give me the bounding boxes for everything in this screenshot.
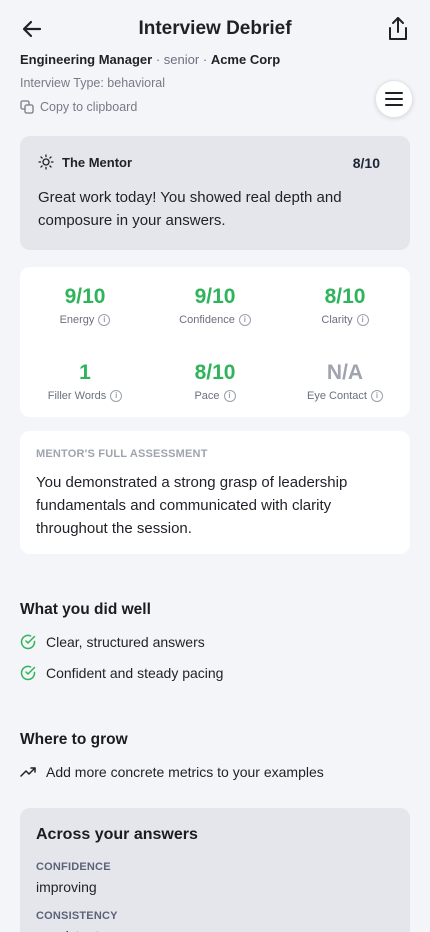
share-icon[interactable] [386, 16, 410, 42]
stats-card: 9/10 Energy i 9/10 Confidence i 8/10 Clari… [20, 267, 410, 417]
level-text: senior [163, 52, 200, 67]
stat-value: 8/10 [194, 361, 236, 384]
separator: · [202, 52, 208, 67]
hamburger-menu-icon [385, 92, 403, 106]
copy-icon [20, 100, 34, 114]
stat-pace: 8/10 Pace i [150, 361, 280, 402]
stat-label: Pace [194, 390, 220, 402]
assessment-card: MENTOR'S FULL ASSESSMENT You demonstrate… [20, 431, 410, 554]
mentor-name: The Mentor [62, 154, 133, 170]
assessment-text: You demonstrated a strong grasp of leade… [36, 474, 348, 537]
stat-value: 9/10 [194, 285, 236, 308]
stat-value: 9/10 [64, 285, 106, 308]
trending-up-icon [20, 767, 36, 777]
across-answers-card: Across your answers CONFIDENCE improving… [20, 808, 410, 932]
stat-label: Filler Words [47, 390, 107, 402]
check-circle-icon [20, 634, 36, 650]
copy-label: Copy to clipboard [40, 100, 138, 114]
interview-type: Interview Type: behavioral [20, 76, 165, 90]
stat-clarity: 8/10 Clarity i [280, 285, 410, 326]
role-text: Engineering Manager [20, 52, 153, 67]
stat-eye-contact: N/A Eye Contact i [280, 361, 410, 402]
trait-value: consistent [36, 928, 99, 932]
stat-value: 8/10 [324, 285, 366, 308]
separator: · [155, 52, 161, 67]
mentor-score: 8/10 [352, 155, 380, 171]
did-well-title: What you did well [20, 601, 151, 618]
check-circle-icon [20, 665, 36, 681]
stat-label: Clarity [321, 314, 353, 326]
across-title: Across your answers [36, 826, 198, 843]
grow-text: Add more concrete metrics to your exampl… [46, 764, 324, 780]
info-icon[interactable]: i [370, 390, 383, 402]
info-icon[interactable]: i [223, 390, 236, 402]
info-icon[interactable]: i [356, 314, 369, 326]
mentor-card: The Mentor 8/10 Great work today! You sh… [20, 136, 410, 250]
app-header: Interview Debrief [0, 0, 430, 58]
stat-label: Confidence [179, 314, 235, 326]
mentor-header: The Mentor [38, 154, 132, 170]
page-title: Interview Debrief [138, 18, 292, 39]
stat-value: 1 [79, 361, 91, 384]
company-text: Acme Corp [210, 52, 281, 67]
grow-item: Add more concrete metrics to your exampl… [20, 764, 324, 780]
info-icon[interactable]: i [110, 390, 123, 402]
grow-title: Where to grow [20, 731, 128, 748]
did-well-text: Clear, structured answers [46, 634, 205, 650]
did-well-text: Confident and steady pacing [46, 665, 224, 681]
stat-filler-words: 1 Filler Words i [20, 361, 150, 402]
stat-label: Eye Contact [307, 390, 367, 402]
info-icon[interactable]: i [98, 314, 111, 326]
stat-confidence: 9/10 Confidence i [150, 285, 280, 326]
did-well-item: Clear, structured answers [20, 634, 205, 650]
trait-label: CONFIDENCE [36, 861, 111, 873]
stat-value: N/A [326, 361, 364, 384]
menu-button[interactable] [375, 80, 413, 118]
stat-energy: 9/10 Energy i [20, 285, 150, 326]
trait-label: CONSISTENCY [36, 910, 118, 922]
trait-value: improving [36, 879, 97, 895]
interview-meta: Engineering Manager · senior · Acme Corp [20, 52, 280, 67]
did-well-item: Confident and steady pacing [20, 665, 223, 681]
info-icon[interactable]: i [238, 314, 251, 326]
stat-label: Energy [59, 314, 95, 326]
copy-to-clipboard-button[interactable]: Copy to clipboard [20, 100, 137, 114]
mentor-message: Great work today! You showed real depth … [38, 189, 342, 229]
sun-icon [38, 154, 54, 170]
assessment-title: MENTOR'S FULL ASSESSMENT [36, 448, 208, 460]
